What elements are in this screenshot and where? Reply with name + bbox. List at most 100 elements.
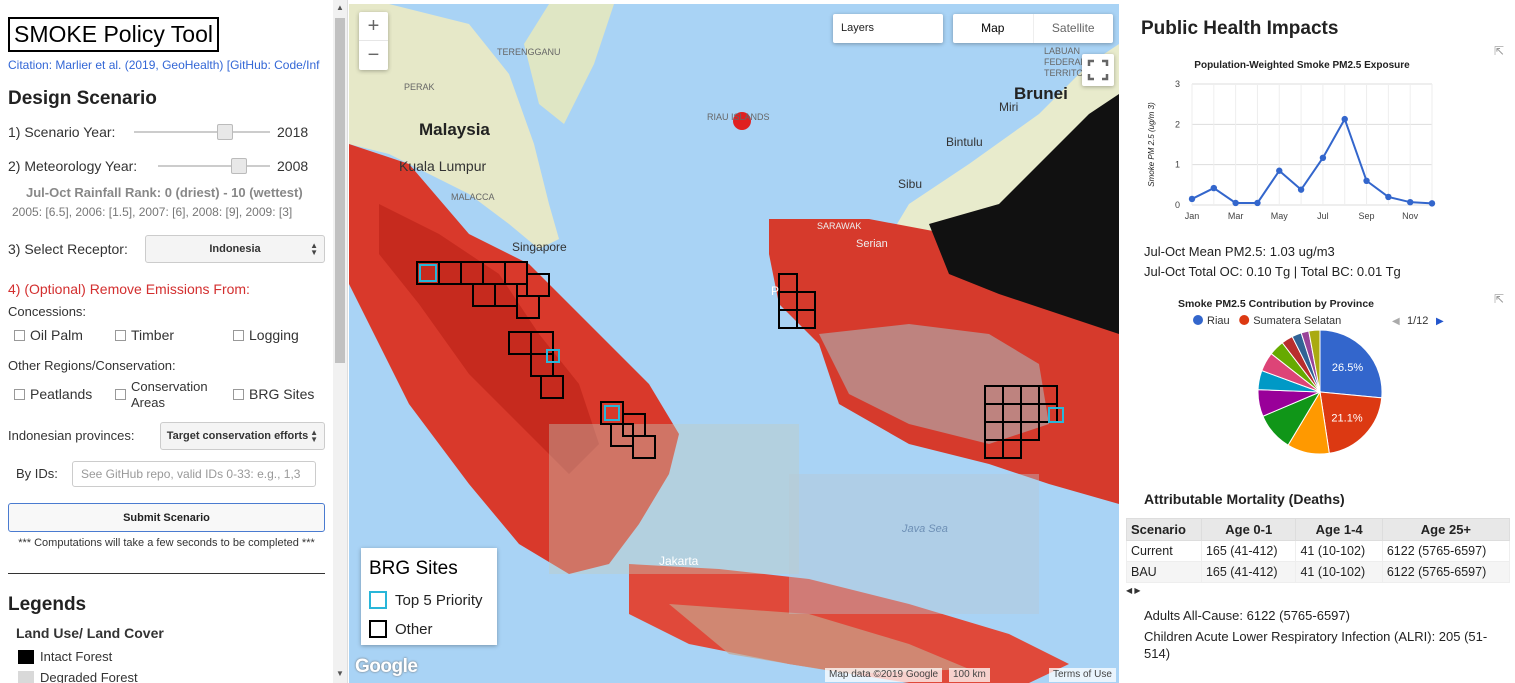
- map-type-satellite-button[interactable]: Satellite: [1034, 14, 1114, 43]
- label-miri: Miri: [999, 100, 1019, 114]
- intact-forest-label: Intact Forest: [40, 649, 113, 664]
- table-cell: 41 (10-102): [1295, 540, 1383, 562]
- map-view[interactable]: Malaysia Kuala Lumpur Brunei TERENGGANU …: [349, 4, 1119, 683]
- legend-prev-icon: ◀: [1392, 316, 1400, 327]
- top5-label: Top 5 Priority: [395, 592, 483, 609]
- x-tick-label: Nov: [1402, 211, 1419, 221]
- table-cell: 6122 (5765-6597): [1381, 561, 1511, 583]
- label-java-sea: Java Sea: [902, 523, 948, 535]
- zoom-out-button[interactable]: −: [359, 41, 388, 70]
- data-point: [1276, 167, 1283, 174]
- timber-checkbox[interactable]: [115, 330, 126, 341]
- label-perak: PERAK: [404, 82, 435, 92]
- label-jakarta: Jakarta: [659, 554, 699, 568]
- data-point: [1428, 200, 1436, 207]
- smoke-grid-sea-east: [789, 474, 1039, 614]
- oil-palm-label: Oil Palm: [30, 327, 83, 343]
- fullscreen-button[interactable]: [1082, 54, 1114, 86]
- data-point: [1232, 199, 1239, 207]
- met-year-knob[interactable]: [230, 158, 247, 174]
- peatlands-checkbox[interactable]: [14, 389, 25, 400]
- map-type-map-button[interactable]: Map: [953, 14, 1034, 43]
- table-header-cell[interactable]: Scenario: [1126, 518, 1202, 541]
- label-bintulu: Bintulu: [946, 135, 983, 149]
- table-header-cell[interactable]: Age 25+: [1381, 518, 1511, 541]
- intact-forest-swatch: [18, 650, 34, 664]
- zoom-control: + −: [359, 12, 388, 70]
- zoom-in-button[interactable]: +: [359, 12, 388, 41]
- provinces-value: Target conservation efforts: [166, 430, 309, 442]
- table-cell: BAU: [1126, 561, 1202, 583]
- health-panel: Public Health Impacts ⇱ Population-Weigh…: [1120, 0, 1515, 683]
- receptor-select[interactable]: Indonesia ▲ ▼: [145, 235, 325, 263]
- left-scrollbar[interactable]: ▲ ▼: [333, 0, 347, 683]
- pie-data-label: 21.1%: [1331, 413, 1362, 425]
- scenario-year-value: 2018: [277, 124, 309, 140]
- logging-checkbox[interactable]: [233, 330, 244, 341]
- degraded-forest-swatch: [18, 671, 34, 683]
- scrollbar-thumb[interactable]: [335, 18, 345, 363]
- oil-palm-checkbox[interactable]: [14, 330, 25, 341]
- legend-page-indicator: 1/12: [1407, 315, 1428, 327]
- degraded-forest-label: Degraded Forest: [40, 670, 138, 683]
- table-body: Current 165 (41-412) 41 (10-102) 6122 (5765…: [1126, 540, 1511, 583]
- table-cell: 165 (41-412): [1200, 561, 1297, 583]
- brg-sites-label: BRG Sites: [249, 386, 315, 402]
- legends-heading: Legends: [8, 594, 87, 615]
- ids-input[interactable]: See GitHub repo, valid IDs 0-33: e.g., 1…: [72, 461, 316, 487]
- pie-data-label: 26.5%: [1332, 362, 1363, 374]
- brg-legend: BRG Sites Top 5 Priority Other: [361, 548, 497, 645]
- citation-link[interactable]: Citation: Marlier et al. (2019, GeoHealt…: [8, 58, 334, 72]
- label-riau-islands: RIAU ISLANDS: [707, 112, 770, 122]
- map-scale: 100 km: [949, 668, 990, 682]
- popout-icon[interactable]: ⇱: [1494, 44, 1504, 58]
- mortality-table: Scenario Age 0-1 Age 1-4 Age 25+ Current 165…: [1126, 518, 1511, 595]
- brg-sites-checkbox[interactable]: [233, 389, 244, 400]
- smoke-grid-sea: [549, 424, 799, 574]
- province-pie-chart: Smoke PM2.5 Contribution by Province Riau…: [1178, 298, 1444, 455]
- landuse-heading: Land Use/ Land Cover: [16, 625, 164, 641]
- label-malacca: MALACCA: [451, 192, 495, 202]
- data-point: [1297, 186, 1305, 193]
- total-oc-bc: Jul-Oct Total OC: 0.10 Tg | Total BC: 0.…: [1144, 264, 1401, 279]
- table-row: BAU 165 (41-412) 41 (10-102) 6122 (5765-659…: [1126, 561, 1511, 583]
- layers-dropdown[interactable]: Layers: [833, 14, 943, 43]
- table-header-cell[interactable]: Age 0-1: [1200, 518, 1297, 541]
- table-cell: 41 (10-102): [1295, 561, 1383, 583]
- scroll-up-icon[interactable]: ▲: [336, 3, 344, 12]
- conservation-areas-label: Conservation Areas: [131, 379, 208, 410]
- children-alri: Children Acute Lower Respiratory Infecti…: [1144, 629, 1488, 661]
- y-tick-label: 0: [1175, 200, 1180, 210]
- other-label: Other: [395, 621, 433, 638]
- terms-link[interactable]: Terms of Use: [1049, 668, 1116, 682]
- pie-title: Smoke PM2.5 Contribution by Province: [1178, 298, 1374, 310]
- chart-title: Population-Weighted Smoke PM2.5 Exposure: [1194, 60, 1410, 71]
- conservation-areas-checkbox[interactable]: [115, 389, 126, 400]
- table-header-cell[interactable]: Age 1-4: [1295, 518, 1383, 541]
- table-cell: Current: [1126, 540, 1202, 562]
- legend-marker: [1193, 315, 1203, 325]
- legend-label: Sumatera Selatan: [1253, 315, 1341, 327]
- design-heading: Design Scenario: [8, 88, 157, 109]
- fullscreen-icon: [1087, 59, 1109, 81]
- scenario-year-knob[interactable]: [217, 124, 234, 140]
- design-panel: SMOKE Policy Tool Citation: Marlier et a…: [0, 0, 348, 683]
- y-axis-label: Smoke PM 2.5 (ug/m 3): [1147, 102, 1156, 187]
- table-scroll-arrows-icon[interactable]: ◀ ▶: [1126, 586, 1510, 595]
- table-cell: 6122 (5765-6597): [1381, 540, 1511, 562]
- scroll-down-icon[interactable]: ▼: [336, 669, 344, 678]
- exposure-line-chart: Population-Weighted Smoke PM2.5 Exposure…: [1147, 60, 1436, 221]
- x-tick-label: Mar: [1228, 211, 1244, 221]
- logging-label: Logging: [249, 327, 299, 343]
- data-point: [1406, 198, 1414, 206]
- x-tick-label: Jan: [1185, 211, 1200, 221]
- adults-all-cause: Adults All-Cause: 6122 (5765-6597): [1144, 608, 1350, 623]
- popout-icon[interactable]: ⇱: [1494, 292, 1504, 306]
- scenario-year-slider[interactable]: [134, 124, 270, 140]
- receptor-value: Indonesia: [209, 243, 261, 255]
- label-sibu: Sibu: [898, 177, 923, 191]
- met-year-slider[interactable]: [158, 158, 270, 174]
- provinces-select[interactable]: Target conservation efforts ▲ ▼: [160, 422, 325, 450]
- submit-scenario-button[interactable]: Submit Scenario: [8, 503, 325, 532]
- y-tick-label: 3: [1175, 79, 1180, 89]
